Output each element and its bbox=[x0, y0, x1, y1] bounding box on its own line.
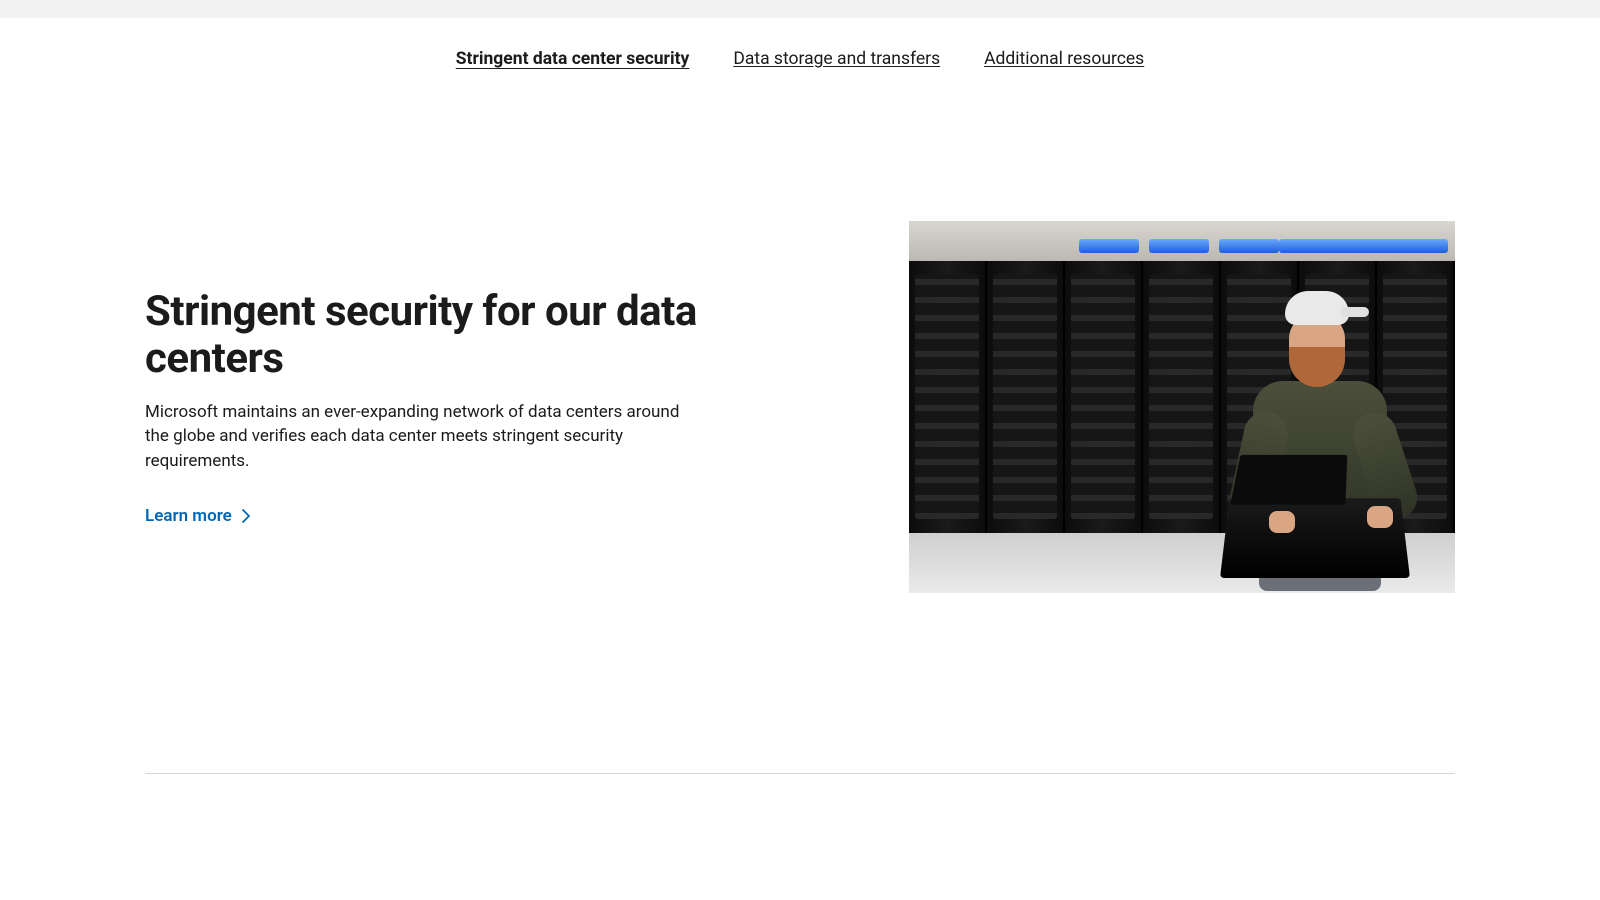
tab-stringent-data-center-security[interactable]: Stringent data center security bbox=[456, 48, 690, 71]
datacenter-illustration bbox=[909, 221, 1455, 593]
chevron-right-icon bbox=[240, 509, 252, 523]
hero-section: Stringent security for our data centers … bbox=[145, 101, 1455, 593]
tab-data-storage-and-transfers[interactable]: Data storage and transfers bbox=[733, 48, 940, 71]
hero-text-column: Stringent security for our data centers … bbox=[145, 288, 705, 526]
top-strip bbox=[0, 0, 1600, 18]
section-divider bbox=[145, 773, 1455, 774]
hero-body: Microsoft maintains an ever-expanding ne… bbox=[145, 400, 680, 474]
hero-heading: Stringent security for our data centers bbox=[145, 288, 705, 382]
learn-more-link[interactable]: Learn more bbox=[145, 506, 252, 526]
learn-more-label: Learn more bbox=[145, 506, 232, 526]
section-tabs: Stringent data center security Data stor… bbox=[0, 18, 1600, 101]
tab-additional-resources[interactable]: Additional resources bbox=[984, 48, 1144, 71]
hero-image bbox=[909, 221, 1455, 593]
